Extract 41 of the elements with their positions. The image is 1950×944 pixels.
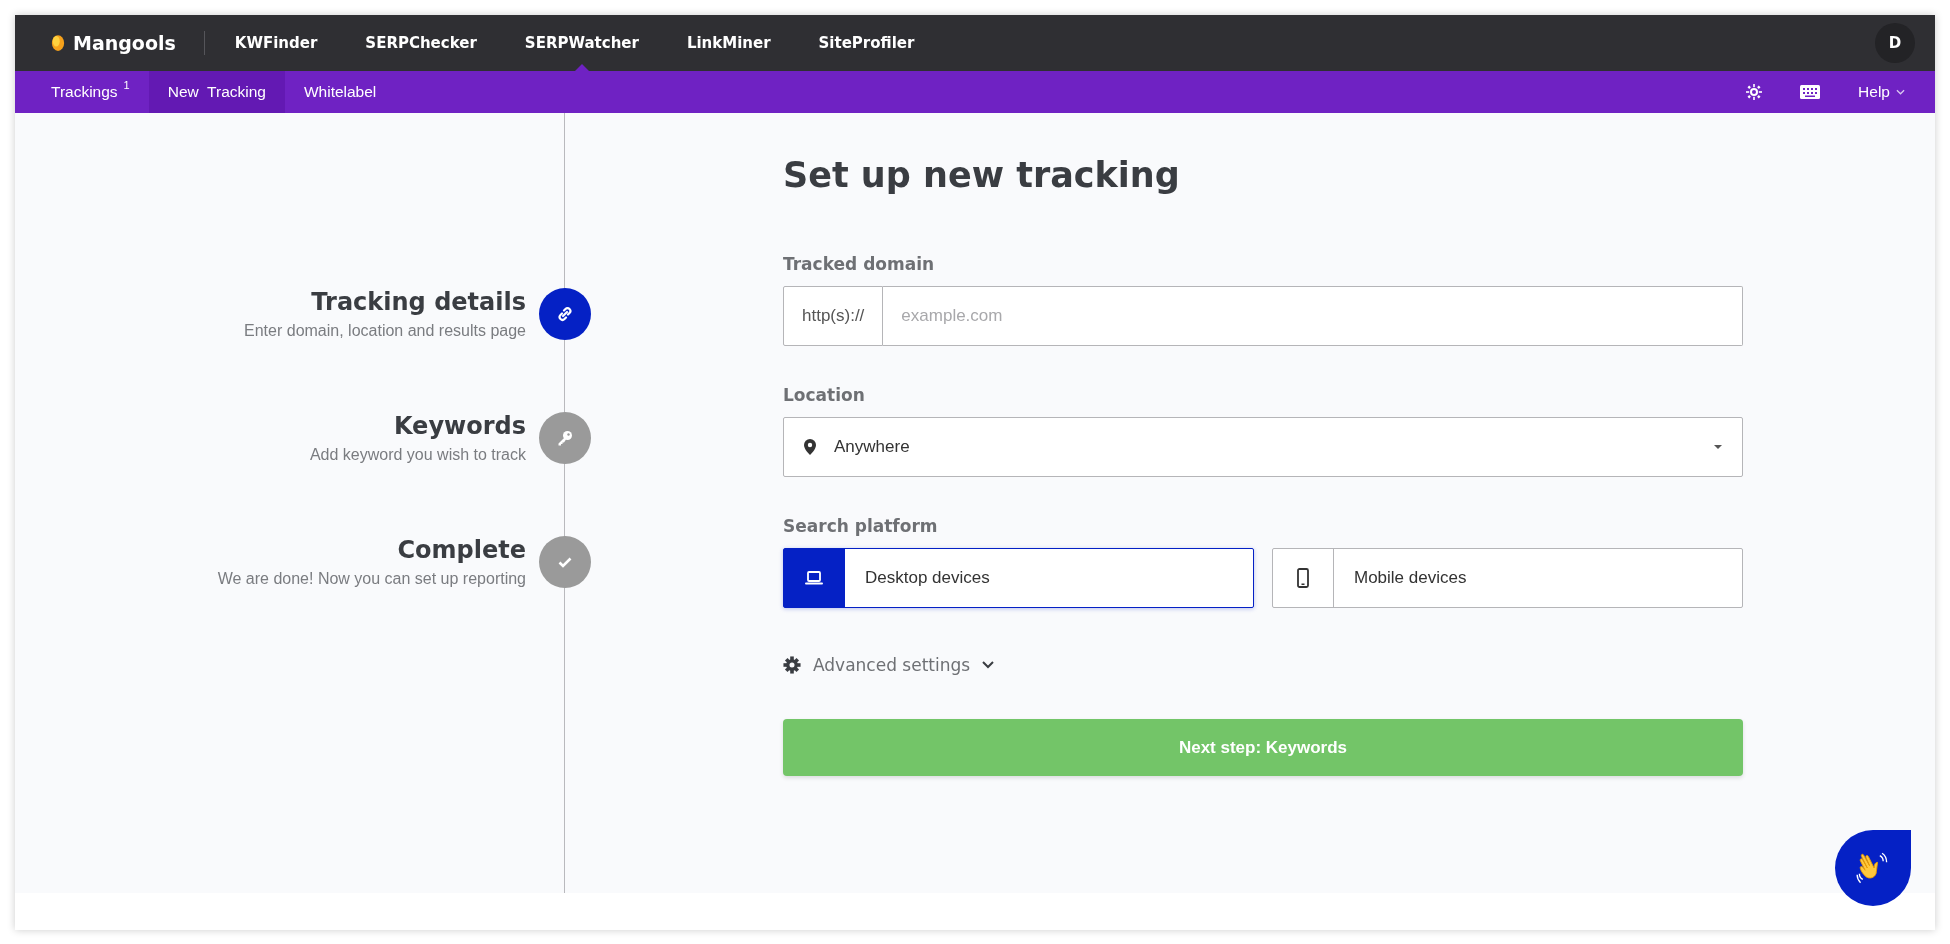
- waving-hand-icon: [1856, 851, 1890, 885]
- key-icon: [557, 430, 573, 446]
- step-description: Enter domain, location and results page: [244, 322, 526, 340]
- location-dropdown[interactable]: Anywhere: [783, 417, 1743, 477]
- chevron-down-icon: [982, 661, 995, 669]
- sub-nav-tab[interactable]: New Tracking: [148, 71, 285, 113]
- map-pin-icon: [804, 439, 816, 455]
- step-title: Complete: [396, 536, 526, 564]
- phone-icon: [1297, 568, 1309, 588]
- gear-icon: [783, 656, 801, 674]
- field-label: Tracked domain: [783, 254, 936, 274]
- step-title: Tracking details: [310, 288, 526, 316]
- sun-icon[interactable]: [1746, 84, 1763, 100]
- step-description: We are done! Now you can set up reporting: [217, 570, 526, 588]
- app-nav-link[interactable]: SiteProfiler: [794, 15, 939, 71]
- sub-nav-tab[interactable]: Whitelabel: [284, 71, 396, 113]
- link-icon: [557, 306, 573, 322]
- user-avatar[interactable]: D: [1875, 23, 1915, 63]
- advanced-settings-toggle[interactable]: Advanced settings: [783, 655, 1743, 675]
- brand-logo[interactable]: Mangools: [51, 31, 205, 55]
- platform-option[interactable]: Desktop devices: [783, 548, 1254, 608]
- page-heading: Set up new tracking: [783, 155, 1181, 195]
- field-label: Search platform: [783, 516, 939, 536]
- caret-down-icon: [1714, 445, 1722, 449]
- logo-icon: [51, 34, 65, 52]
- brand-name: Mangools: [73, 32, 176, 54]
- app-nav-link[interactable]: KWFinder: [210, 15, 342, 71]
- domain-input-field[interactable]: example.com: [883, 286, 1743, 346]
- app-nav-link[interactable]: LinkMiner: [662, 15, 795, 71]
- sub-nav-tab[interactable]: Trackings $^{1}$: [32, 71, 149, 113]
- url-prefix: http(s)://: [783, 286, 884, 346]
- step-title: Keywords: [392, 412, 526, 440]
- laptop-icon: [805, 571, 823, 585]
- help-menu[interactable]: Help: [1858, 83, 1905, 101]
- app-nav-link[interactable]: SERPWatcher: [500, 15, 663, 71]
- field-label: Location: [783, 385, 866, 405]
- app-nav-link[interactable]: SERPChecker: [341, 15, 501, 71]
- step-description: Add keyword you wish to track: [309, 446, 526, 464]
- chevron-down-icon: [1896, 89, 1905, 95]
- platform-option[interactable]: Mobile devices: [1272, 548, 1743, 608]
- keyboard-icon[interactable]: [1800, 85, 1821, 99]
